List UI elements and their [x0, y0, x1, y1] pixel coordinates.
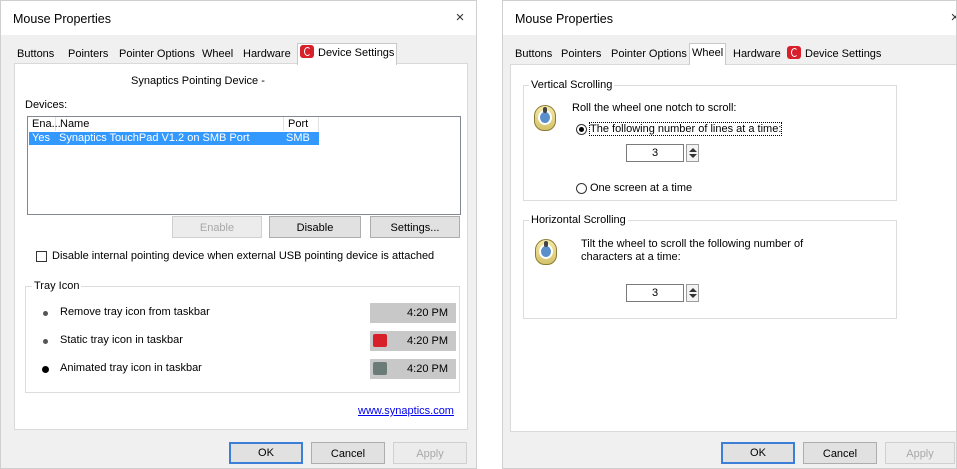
enable-button[interactable]: Enable [172, 216, 262, 238]
tab-device-settings-label: Device Settings [318, 47, 395, 59]
one-screen-label: One screen at a time [590, 182, 693, 194]
static-tray-label: Static tray icon in taskbar [60, 334, 183, 346]
mouse-wheel-icon [534, 105, 556, 131]
disable-button[interactable]: Disable [269, 216, 361, 238]
disable-internal-label: Disable internal pointing device when ex… [52, 250, 435, 262]
cancel-button[interactable]: Cancel [311, 442, 385, 464]
window-title: Mouse Properties [13, 12, 111, 26]
right-window: Mouse Properties × Buttons Pointers Poin… [502, 0, 957, 469]
remove-tray-radio[interactable] [42, 310, 49, 317]
synaptics-tray-icon [373, 334, 387, 347]
row-enabled: Yes [32, 132, 50, 144]
device-settings-panel: Synaptics Pointing Device - Devices: Ena… [14, 63, 468, 430]
column-name[interactable]: Name [56, 117, 284, 131]
static-tray-radio[interactable] [42, 338, 49, 345]
tab-hardware[interactable]: Hardware [242, 45, 292, 63]
vertical-scrolling-group: Vertical Scrolling Roll the wheel one no… [523, 79, 897, 201]
tray-icon-group: Tray Icon Remove tray icon from taskbar … [25, 280, 460, 393]
tab-pointers[interactable]: Pointers [560, 45, 602, 63]
title-bar: Mouse Properties × [1, 1, 476, 35]
animated-tray-radio[interactable] [42, 366, 49, 373]
lines-spin-buttons[interactable] [686, 144, 699, 162]
close-icon[interactable]: × [448, 7, 472, 29]
clock-preview-none: 4:20 PM [370, 303, 456, 323]
tab-hardware[interactable]: Hardware [732, 45, 782, 63]
tab-buttons[interactable]: Buttons [514, 45, 553, 63]
synaptics-link[interactable]: www.synaptics.com [358, 405, 454, 417]
apply-button[interactable]: Apply [393, 442, 467, 464]
clock-time: 4:20 PM [407, 335, 448, 347]
tab-strip: Buttons Pointers Pointer Options Wheel H… [1, 43, 476, 65]
horizontal-desc-line-2: characters at a time: [581, 251, 681, 263]
tab-device-settings-label: Device Settings [805, 48, 882, 60]
devices-label: Devices: [25, 99, 68, 111]
tab-device-settings[interactable]: Device Settings [786, 45, 882, 63]
horizontal-scrolling-title: Horizontal Scrolling [529, 214, 628, 226]
clock-preview-static: 4:20 PM [370, 331, 456, 351]
clock-time: 4:20 PM [407, 307, 448, 319]
column-port[interactable]: Port [284, 117, 319, 131]
column-enabled[interactable]: Ena... [28, 117, 61, 131]
tab-buttons[interactable]: Buttons [16, 45, 55, 63]
settings-button[interactable]: Settings... [370, 216, 460, 238]
lines-at-a-time-radio[interactable] [576, 124, 587, 135]
window-title: Mouse Properties [515, 12, 613, 26]
tab-device-settings[interactable]: Device Settings [297, 43, 398, 65]
tab-pointer-options[interactable]: Pointer Options [610, 45, 688, 63]
spin-down-icon[interactable] [689, 294, 697, 298]
synaptics-icon [787, 46, 801, 59]
remove-tray-label: Remove tray icon from taskbar [60, 306, 210, 318]
horizontal-desc-line-1: Tilt the wheel to scroll the following n… [581, 238, 804, 250]
lines-input[interactable]: 3 [626, 144, 684, 162]
clock-preview-animated: 4:20 PM [370, 359, 456, 379]
row-name: Synaptics TouchPad V1.2 on SMB Port [59, 132, 250, 144]
close-icon[interactable]: × [943, 7, 956, 29]
title-bar: Mouse Properties × [503, 1, 956, 35]
vertical-desc: Roll the wheel one notch to scroll: [572, 102, 737, 114]
chars-spin-buttons[interactable] [686, 284, 699, 302]
spin-up-icon[interactable] [689, 288, 697, 292]
tab-wheel[interactable]: Wheel [201, 45, 234, 63]
left-window: Mouse Properties × Buttons Pointers Poin… [0, 0, 477, 469]
ok-button[interactable]: OK [229, 442, 303, 464]
row-port: SMB [286, 132, 310, 144]
horizontal-scrolling-group: Horizontal Scrolling Tilt the wheel to s… [523, 214, 897, 319]
device-title: Synaptics Pointing Device - [131, 75, 265, 87]
animated-tray-icon [373, 362, 387, 375]
apply-button[interactable]: Apply [885, 442, 955, 464]
ok-button[interactable]: OK [721, 442, 795, 464]
animated-tray-label: Animated tray icon in taskbar [60, 362, 202, 374]
spin-up-icon[interactable] [689, 148, 697, 152]
chars-input[interactable]: 3 [626, 284, 684, 302]
cancel-button[interactable]: Cancel [803, 442, 877, 464]
tab-wheel[interactable]: Wheel [689, 43, 727, 65]
clock-time: 4:20 PM [407, 363, 448, 375]
wheel-panel: Vertical Scrolling Roll the wheel one no… [510, 64, 956, 432]
devices-list[interactable]: Ena... Name Port Yes Synaptics TouchPad … [27, 116, 461, 215]
tab-strip: Buttons Pointers Pointer Options Wheel H… [503, 43, 956, 65]
disable-internal-checkbox[interactable] [36, 251, 47, 262]
synaptics-icon [300, 45, 314, 58]
vertical-scrolling-title: Vertical Scrolling [529, 79, 615, 91]
tab-pointers[interactable]: Pointers [67, 45, 109, 63]
tab-pointer-options[interactable]: Pointer Options [118, 45, 196, 63]
mouse-wheel-icon [535, 239, 557, 265]
spin-down-icon[interactable] [689, 154, 697, 158]
one-screen-radio[interactable] [576, 183, 587, 194]
list-item[interactable]: Yes Synaptics TouchPad V1.2 on SMB Port … [29, 132, 319, 145]
tray-icon-group-title: Tray Icon [32, 280, 82, 292]
lines-at-a-time-label: The following number of lines at a time: [588, 122, 783, 136]
